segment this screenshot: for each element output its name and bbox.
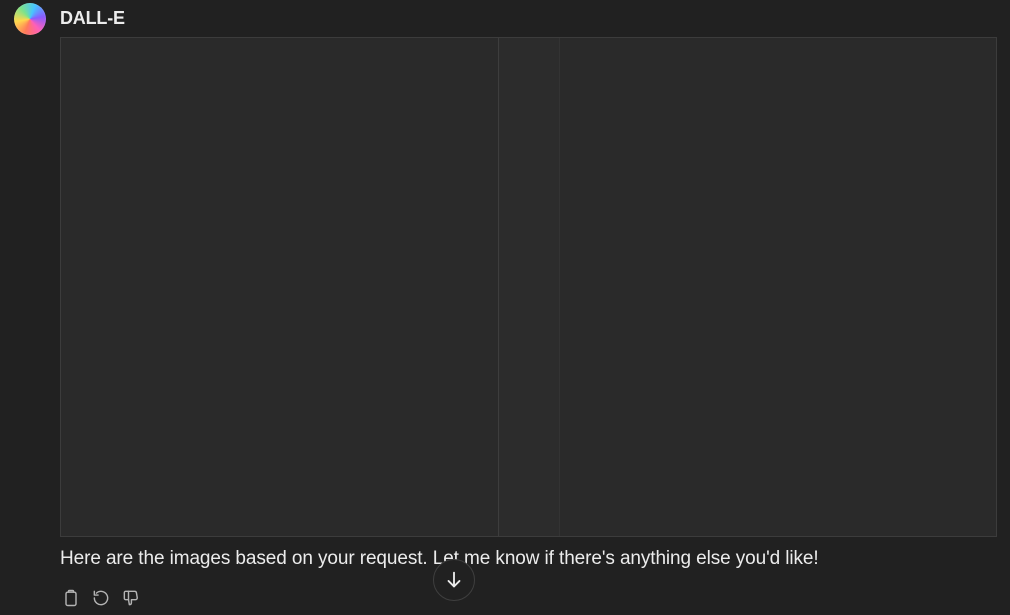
arrow-down-icon bbox=[447, 571, 461, 588]
thumbs-down-icon bbox=[123, 590, 138, 606]
generated-image-3[interactable] bbox=[560, 38, 996, 536]
dislike-button[interactable] bbox=[120, 587, 142, 609]
generated-image-2[interactable] bbox=[499, 38, 560, 536]
message-actions bbox=[60, 587, 142, 609]
copy-button[interactable] bbox=[60, 587, 82, 609]
regenerate-button[interactable] bbox=[90, 587, 112, 609]
dalle-avatar-icon bbox=[14, 3, 46, 35]
sender-name: DALL-E bbox=[60, 8, 125, 28]
scroll-to-bottom-button[interactable] bbox=[433, 559, 475, 601]
chat-message: DALL-E Here are the images based on your… bbox=[0, 0, 1010, 615]
clipboard-icon bbox=[65, 589, 77, 607]
regenerate-icon bbox=[93, 590, 109, 606]
generated-images bbox=[60, 37, 997, 537]
generated-image-1[interactable] bbox=[61, 38, 499, 536]
